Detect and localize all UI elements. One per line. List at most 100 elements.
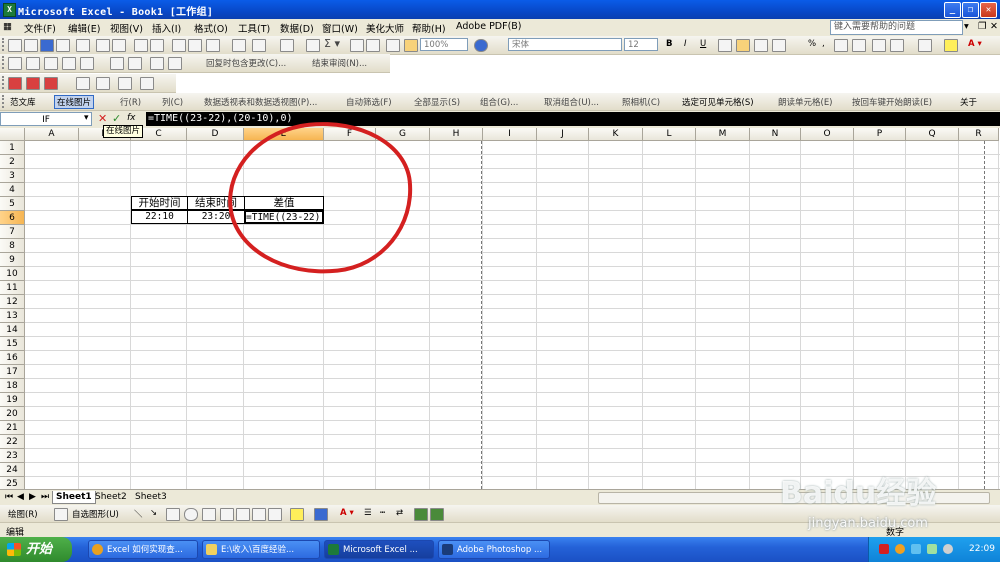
workbook-icon[interactable]: ▦: [3, 21, 12, 32]
toolbar-grip[interactable]: [2, 95, 7, 108]
autofilter-button[interactable]: 自动筛选(F): [346, 96, 392, 108]
tab-sheet1[interactable]: Sheet1: [52, 491, 96, 504]
arrow-style-icon[interactable]: ⇄: [396, 508, 403, 518]
column-header-a[interactable]: A: [25, 128, 79, 141]
column-header-q[interactable]: Q: [906, 128, 959, 141]
help-icon[interactable]: [474, 39, 488, 52]
row-header-22[interactable]: 22: [0, 435, 25, 449]
cancel-icon[interactable]: ✕: [98, 112, 107, 125]
line-style-icon[interactable]: ☰: [364, 508, 372, 518]
online-picture-button[interactable]: 在线图片: [54, 95, 95, 109]
autoshapes-button[interactable]: 自选图形(U): [72, 508, 119, 520]
templates-button[interactable]: 范文库: [10, 96, 36, 108]
column-header-l[interactable]: L: [643, 128, 696, 141]
end-review-button[interactable]: 结束审阅(N)...: [312, 57, 367, 69]
doc-close-icon[interactable]: ✕: [990, 21, 998, 32]
start-button[interactable]: 开始: [0, 537, 72, 562]
review-icon-5[interactable]: [80, 57, 94, 70]
row-header-21[interactable]: 21: [0, 421, 25, 435]
align-right-icon[interactable]: [754, 39, 768, 52]
toolbar-grip[interactable]: [2, 76, 7, 89]
formula-input[interactable]: =TIME((23-22),(20-10),0): [146, 112, 1000, 126]
row-header-2[interactable]: 2: [0, 155, 25, 169]
row-header-15[interactable]: 15: [0, 337, 25, 351]
merge-center-icon[interactable]: [772, 39, 786, 52]
row-header-4[interactable]: 4: [0, 183, 25, 197]
clipart-icon[interactable]: [252, 508, 266, 521]
reply-with-changes-button[interactable]: 回复时包含更改(C)...: [206, 57, 286, 69]
menu-edit[interactable]: 编辑(E): [68, 21, 100, 35]
tray-icon-4[interactable]: [927, 544, 937, 554]
review-icon-6[interactable]: [110, 57, 124, 70]
increase-decimal-icon[interactable]: [834, 39, 848, 52]
row-header-8[interactable]: 8: [0, 239, 25, 253]
fill-color-icon[interactable]: [944, 39, 958, 52]
column-header-j[interactable]: J: [537, 128, 589, 141]
menu-data[interactable]: 数据(D): [280, 21, 314, 35]
last-sheet-icon[interactable]: ⏭: [38, 491, 52, 503]
row-header-1[interactable]: 1: [0, 141, 25, 155]
misc-icon-2[interactable]: [96, 77, 110, 90]
align-left-icon[interactable]: [718, 39, 732, 52]
column-header-n[interactable]: N: [750, 128, 801, 141]
task-browser[interactable]: Excel 如何实现查...: [88, 540, 198, 559]
select-objects-icon[interactable]: [54, 508, 68, 521]
textbox-icon[interactable]: [202, 508, 216, 521]
rectangle-icon[interactable]: [166, 508, 180, 521]
menu-window[interactable]: 窗口(W): [322, 21, 358, 35]
minimize-button[interactable]: _: [944, 2, 961, 18]
menu-tools[interactable]: 工具(T): [238, 21, 270, 35]
open-icon[interactable]: [24, 39, 38, 52]
menu-insert[interactable]: 插入(I): [152, 21, 181, 35]
speak-cells-button[interactable]: 朗读单元格(E): [778, 96, 833, 108]
review-icon-3[interactable]: [44, 57, 58, 70]
print-preview-icon[interactable]: [112, 39, 126, 52]
insert-row-button[interactable]: 行(R): [120, 96, 141, 108]
italic-icon[interactable]: I: [684, 39, 687, 49]
increase-indent-icon[interactable]: [890, 39, 904, 52]
show-all-button[interactable]: 全部显示(S): [414, 96, 460, 108]
pdf-convert-icon[interactable]: [8, 77, 22, 90]
decrease-decimal-icon[interactable]: [852, 39, 866, 52]
row-header-20[interactable]: 20: [0, 407, 25, 421]
line-color-icon[interactable]: [314, 508, 328, 521]
save-icon[interactable]: [40, 39, 54, 52]
camera-button[interactable]: 照相机(C): [622, 96, 660, 108]
review-icon-4[interactable]: [62, 57, 76, 70]
cell-start-value[interactable]: 22:10: [131, 210, 188, 224]
permission-icon[interactable]: [56, 39, 70, 52]
row-header-19[interactable]: 19: [0, 393, 25, 407]
toolbar-grip[interactable]: [2, 38, 7, 51]
diagram-icon[interactable]: [236, 508, 250, 521]
row-header-23[interactable]: 23: [0, 449, 25, 463]
review-icon-8[interactable]: [150, 57, 164, 70]
column-header-r[interactable]: R: [959, 128, 999, 141]
undo-icon[interactable]: [252, 39, 266, 52]
task-excel[interactable]: Microsoft Excel ...: [324, 540, 434, 559]
column-header-d[interactable]: D: [187, 128, 244, 141]
decrease-indent-icon[interactable]: [872, 39, 886, 52]
row-header-3[interactable]: 3: [0, 169, 25, 183]
pdf-review-icon[interactable]: [44, 77, 58, 90]
doc-restore-icon[interactable]: ❐: [978, 21, 987, 32]
row-header-7[interactable]: 7: [0, 225, 25, 239]
row-header-13[interactable]: 13: [0, 309, 25, 323]
format-painter-icon[interactable]: [232, 39, 246, 52]
menu-help[interactable]: 帮助(H): [412, 21, 446, 35]
bold-icon[interactable]: B: [666, 39, 672, 49]
column-header-i[interactable]: I: [483, 128, 537, 141]
row-header-5[interactable]: 5: [0, 197, 25, 211]
select-all-corner[interactable]: [0, 128, 25, 141]
name-box[interactable]: IF: [0, 112, 92, 126]
redo-icon[interactable]: [280, 39, 294, 52]
menu-view[interactable]: 视图(V): [110, 21, 143, 35]
misc-icon-1[interactable]: [76, 77, 90, 90]
draw-font-color-icon[interactable]: A ▾: [340, 508, 354, 518]
underline-icon[interactable]: U: [700, 39, 706, 49]
enter-icon[interactable]: ✓: [112, 112, 121, 125]
font-color-icon[interactable]: A ▾: [968, 39, 982, 49]
borders-icon[interactable]: [918, 39, 932, 52]
header-cell-start-time[interactable]: 开始时间: [131, 196, 188, 210]
misc-icon-3[interactable]: [118, 77, 132, 90]
sort-descending-icon[interactable]: [366, 39, 380, 52]
